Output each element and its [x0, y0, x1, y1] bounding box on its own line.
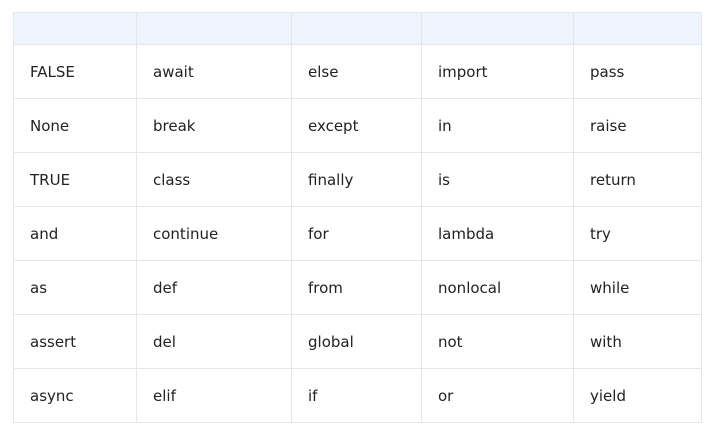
table-cell: None: [13, 98, 137, 153]
table-cell: del: [136, 314, 292, 369]
table-cell: as: [13, 260, 137, 315]
table-cell: FALSE: [13, 44, 137, 99]
table-cell: while: [573, 260, 702, 315]
table-cell: for: [291, 206, 422, 261]
table-cell: with: [573, 314, 702, 369]
table-cell: yield: [573, 368, 702, 423]
table-cell: or: [421, 368, 574, 423]
table-cell: return: [573, 152, 702, 207]
table-cell: raise: [573, 98, 702, 153]
table-cell: TRUE: [13, 152, 137, 207]
table-cell: await: [136, 44, 292, 99]
table-row: as def from nonlocal while: [13, 260, 702, 315]
table-row: TRUE class finally is return: [13, 152, 702, 207]
table-cell: and: [13, 206, 137, 261]
keywords-table-container: FALSE await else import pass None break …: [13, 12, 702, 423]
table-row: FALSE await else import pass: [13, 44, 702, 99]
table-cell: global: [291, 314, 422, 369]
header-row: [13, 12, 702, 45]
table-cell: async: [13, 368, 137, 423]
table-row: and continue for lambda try: [13, 206, 702, 261]
table-cell: lambda: [421, 206, 574, 261]
table-cell: import: [421, 44, 574, 99]
table-cell: not: [421, 314, 574, 369]
table-cell: is: [421, 152, 574, 207]
header-cell: [13, 12, 137, 45]
table-cell: break: [136, 98, 292, 153]
table-cell: try: [573, 206, 702, 261]
keywords-table: FALSE await else import pass None break …: [13, 12, 702, 423]
table-cell: except: [291, 98, 422, 153]
table-cell: continue: [136, 206, 292, 261]
header-cell: [136, 12, 292, 45]
table-cell: pass: [573, 44, 702, 99]
header-cell: [291, 12, 422, 45]
header-cell: [421, 12, 574, 45]
table-cell: finally: [291, 152, 422, 207]
table-cell: from: [291, 260, 422, 315]
table-row: assert del global not with: [13, 314, 702, 369]
table-cell: if: [291, 368, 422, 423]
table-cell: assert: [13, 314, 137, 369]
table-row: async elif if or yield: [13, 368, 702, 423]
table-cell: nonlocal: [421, 260, 574, 315]
table-body: FALSE await else import pass None break …: [13, 44, 702, 423]
table-cell: class: [136, 152, 292, 207]
header-cell: [573, 12, 702, 45]
table-row: None break except in raise: [13, 98, 702, 153]
table-cell: def: [136, 260, 292, 315]
table-cell: in: [421, 98, 574, 153]
table-cell: elif: [136, 368, 292, 423]
table-cell: else: [291, 44, 422, 99]
table-header: [13, 12, 702, 45]
